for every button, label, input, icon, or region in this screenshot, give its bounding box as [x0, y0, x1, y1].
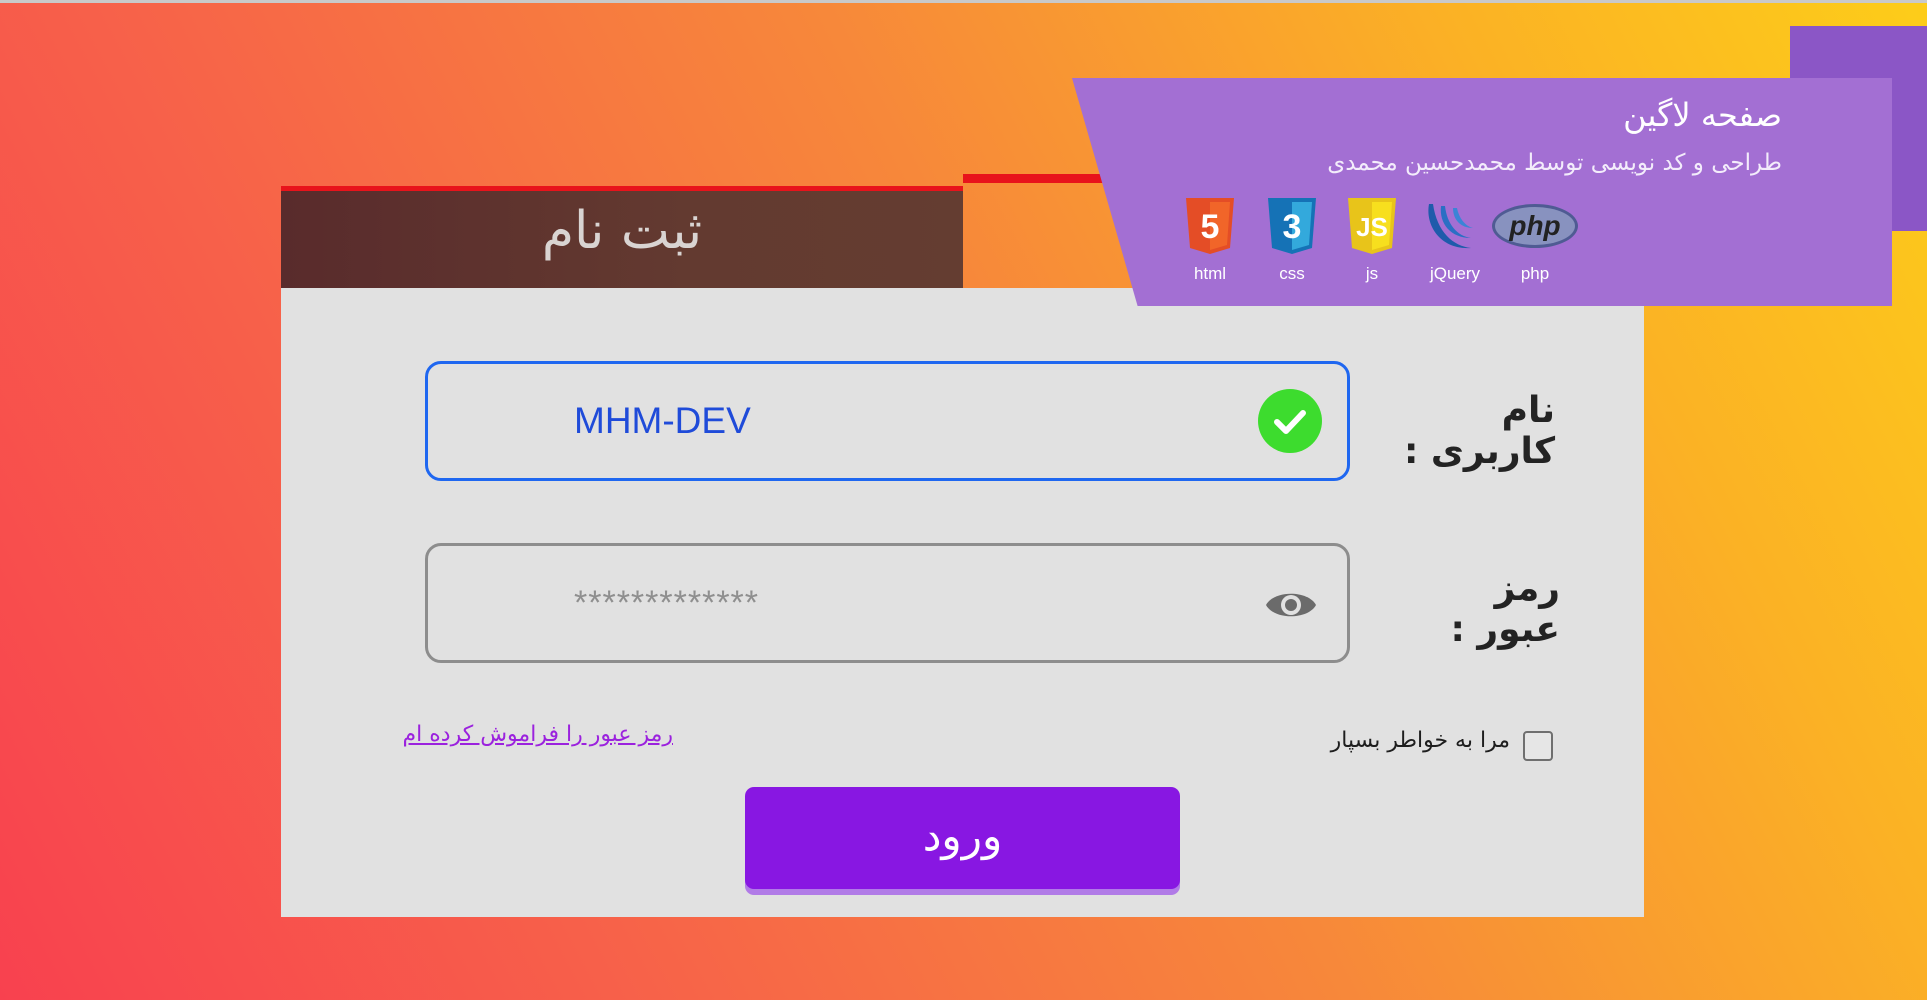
css3-icon: 3	[1268, 198, 1316, 254]
forgot-password-link[interactable]: رمز عبور را فراموش کرده ام	[383, 722, 673, 747]
tech-jquery: jQuery	[1410, 196, 1500, 284]
ribbon-subtitle: طراحی و کد نویسی توسط محمدحسین محمدی	[1327, 150, 1782, 176]
svg-text:JS: JS	[1356, 212, 1388, 242]
svg-text:php: php	[1508, 210, 1560, 241]
tech-php: php php	[1490, 196, 1580, 284]
svg-text:5: 5	[1201, 208, 1220, 246]
browser-top-edge	[0, 0, 1927, 3]
register-tab-title: ثبت نام	[541, 201, 703, 261]
eye-icon[interactable]	[1264, 584, 1318, 626]
password-label: رمز عبور :	[1450, 568, 1560, 650]
password-value: *************	[574, 584, 760, 622]
tech-label-js: js	[1365, 264, 1379, 283]
php-icon: php	[1492, 204, 1578, 248]
tech-label-css: css	[1279, 264, 1305, 283]
ribbon-title: صفحه لاگین	[1623, 96, 1782, 134]
tech-js: JS js	[1327, 196, 1417, 284]
tech-html: 5 html	[1165, 196, 1255, 284]
username-field[interactable]: MHM-DEV	[425, 361, 1350, 481]
info-ribbon: صفحه لاگین طراحی و کد نویسی توسط محمدحسی…	[1072, 78, 1892, 306]
tech-css: 3 css	[1247, 196, 1337, 284]
remember-me-label: مرا به خواطر بسپار	[1330, 728, 1510, 753]
html5-icon: 5	[1186, 198, 1234, 254]
check-circle-icon	[1258, 389, 1322, 453]
password-field[interactable]: *************	[425, 543, 1350, 663]
username-value: MHM-DEV	[574, 400, 751, 441]
remember-me-checkbox[interactable]	[1523, 731, 1553, 761]
register-tab[interactable]: ثبت نام	[281, 186, 963, 288]
jquery-icon	[1428, 204, 1473, 249]
svg-text:3: 3	[1283, 208, 1302, 246]
tech-label-php: php	[1520, 264, 1550, 283]
javascript-icon: JS	[1348, 198, 1396, 254]
login-button[interactable]: ورود	[745, 787, 1180, 889]
username-label: نام کاربری :	[1403, 390, 1555, 472]
tech-label-jquery: jQuery	[1429, 264, 1481, 283]
tech-label-html: html	[1193, 264, 1227, 283]
